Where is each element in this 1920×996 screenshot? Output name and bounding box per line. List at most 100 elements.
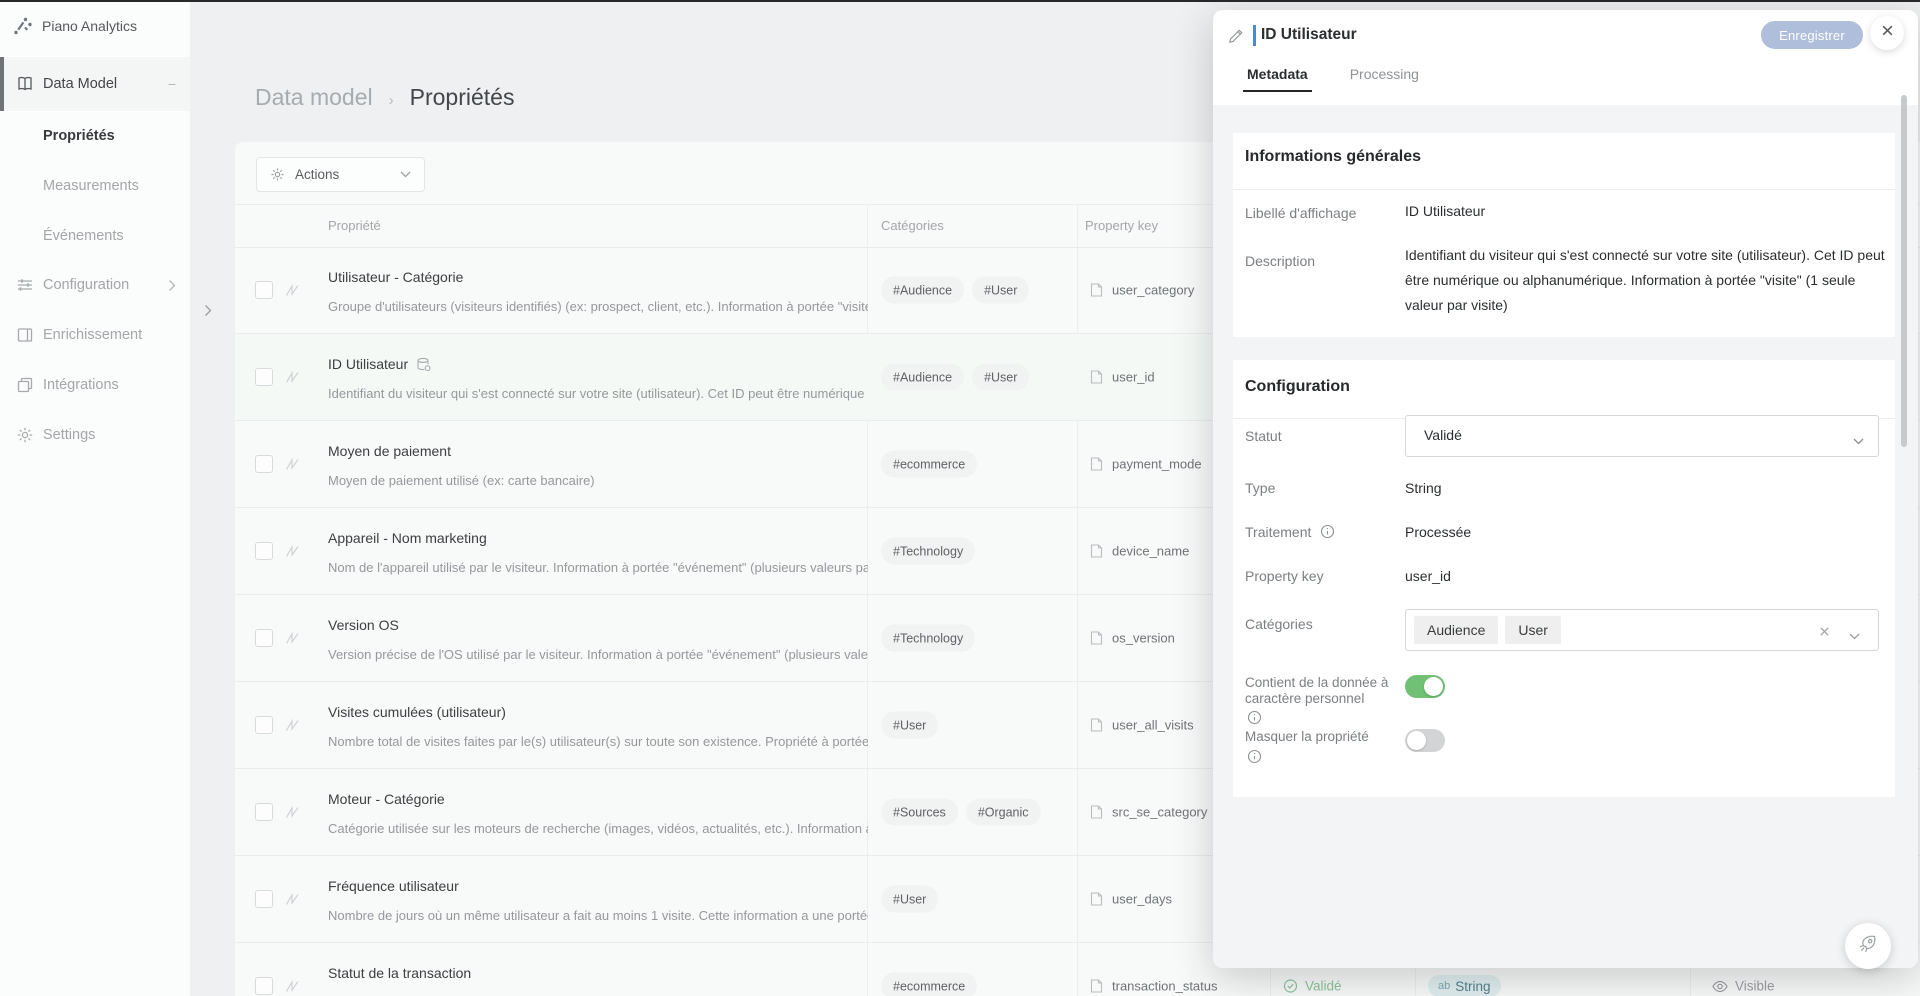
categories-input[interactable]: AudienceUser — [1405, 609, 1879, 651]
row-checkbox[interactable] — [255, 629, 273, 647]
sidebar-item-label: Enrichissement — [43, 327, 142, 343]
configuration-card: Configuration Statut Validé Type String … — [1233, 360, 1895, 797]
property-key-text: user_all_visits — [1112, 718, 1194, 733]
save-button[interactable]: Enregistrer — [1761, 21, 1863, 49]
property-key: payment_mode — [1090, 457, 1202, 472]
property-key-text: src_se_category — [1112, 805, 1207, 820]
row-checkbox[interactable] — [255, 803, 273, 821]
category-chips: #User — [881, 886, 946, 913]
property-title: Statut de la transaction — [328, 965, 471, 981]
info-icon[interactable] — [1320, 524, 1335, 539]
category-chip: #Technology — [881, 625, 975, 652]
property-title: ID Utilisateur — [328, 356, 432, 372]
row-checkbox[interactable] — [255, 281, 273, 299]
gear-icon — [16, 426, 34, 444]
row-checkbox[interactable] — [255, 977, 273, 995]
breadcrumb-current: Propriétés — [410, 84, 515, 111]
row-checkbox[interactable] — [255, 368, 273, 386]
description-value: Identifiant du visiteur qui s'est connec… — [1405, 243, 1885, 318]
tab-processing[interactable]: Processing — [1350, 66, 1419, 92]
sidebar-item-label: Data Model — [43, 76, 117, 92]
hide-property-label: Masquer la propriété — [1245, 729, 1405, 745]
zigzag-icon — [285, 979, 300, 996]
info-icon[interactable] — [1247, 749, 1262, 769]
sidebar-item-label: Configuration — [43, 277, 129, 293]
general-info-card: Informations générales Libellé d'afficha… — [1233, 133, 1895, 337]
type-label: Type — [1245, 480, 1275, 496]
property-key: device_name — [1090, 544, 1189, 559]
tab-metadata[interactable]: Metadata — [1247, 66, 1308, 92]
row-checkbox[interactable] — [255, 542, 273, 560]
property-description: Version précise de l'OS utilisé par le v… — [328, 647, 868, 662]
property-title-text: Fréquence utilisateur — [328, 878, 459, 894]
row-checkbox[interactable] — [255, 716, 273, 734]
property-title-text: Moteur - Catégorie — [328, 791, 445, 807]
check-circle-icon — [1283, 979, 1298, 994]
row-expander-chevron-icon[interactable] — [204, 304, 212, 322]
app-root: Piano Analytics Data Model−PropriétésMea… — [0, 0, 1920, 996]
statut-select[interactable]: Validé — [1405, 415, 1879, 457]
doc-icon — [1090, 892, 1103, 907]
property-description: Identifiant du visiteur qui s'est connec… — [328, 386, 868, 401]
personal-data-toggle[interactable] — [1405, 675, 1445, 698]
category-chip: #User — [881, 712, 938, 739]
property-title: Moyen de paiement — [328, 443, 451, 459]
doc-icon — [1090, 457, 1103, 472]
active-indicator — [0, 57, 4, 111]
breadcrumb-separator-icon: › — [389, 92, 394, 109]
description-label: Description — [1245, 253, 1315, 269]
sidebar-item-configuration[interactable]: Configuration — [0, 260, 190, 310]
doc-icon — [1090, 718, 1103, 733]
doc-icon — [1090, 979, 1103, 994]
property-key-text: os_version — [1112, 631, 1175, 646]
sidebar-item-data-model[interactable]: Data Model− — [0, 57, 190, 111]
sidebar: Piano Analytics Data Model−PropriétésMea… — [0, 0, 190, 996]
edit-pencil-icon[interactable] — [1228, 28, 1244, 49]
sidebar-item-label: Événements — [43, 228, 124, 244]
panel-title[interactable]: ID Utilisateur — [1261, 26, 1357, 44]
clear-icon[interactable] — [1819, 624, 1830, 642]
property-description: Catégorie utilisée sur les moteurs de re… — [328, 821, 868, 836]
sidebar-item-proprietes[interactable]: Propriétés — [0, 111, 190, 161]
panel-scrollbar[interactable] — [1901, 95, 1907, 447]
layout-icon — [16, 326, 34, 344]
row-checkbox[interactable] — [255, 890, 273, 908]
info-icon[interactable] — [1247, 710, 1262, 730]
property-description: Groupe d'utilisateurs (visiteurs identif… — [328, 299, 868, 314]
close-button[interactable] — [1870, 16, 1904, 50]
doc-icon — [1090, 631, 1103, 646]
personal-data-label: Contient de la donnée à caractère person… — [1245, 675, 1405, 707]
column-header-key: Property key — [1085, 218, 1158, 233]
property-key-text: user_days — [1112, 892, 1172, 907]
sidebar-item-evenements[interactable]: Événements — [0, 211, 190, 261]
visibility-text: Visible — [1735, 979, 1775, 994]
property-title-text: Version OS — [328, 617, 399, 633]
hide-property-toggle[interactable] — [1405, 729, 1445, 752]
zigzag-icon — [285, 892, 300, 911]
gear-icon — [270, 167, 285, 182]
assistant-fab-button[interactable] — [1845, 923, 1891, 969]
property-description: Nom de l'appareil utilisé par le visiteu… — [328, 560, 868, 575]
category-chips: #User — [881, 712, 946, 739]
database-icon — [416, 357, 432, 372]
property-title-text: Appareil - Nom marketing — [328, 530, 487, 546]
sidebar-item-measurements[interactable]: Measurements — [0, 161, 190, 211]
zigzag-icon — [285, 283, 300, 302]
panel-category-chip[interactable]: User — [1505, 616, 1561, 644]
actions-button[interactable]: Actions — [256, 157, 425, 192]
panel-category-chip[interactable]: Audience — [1414, 616, 1498, 644]
category-chip: #User — [972, 364, 1029, 391]
sidebar-item-enrichissement[interactable]: Enrichissement — [0, 310, 190, 360]
category-chips: #Sources#Organic — [881, 799, 1049, 826]
sidebar-item-integrations[interactable]: Intégrations — [0, 360, 190, 410]
sliders-icon — [16, 276, 34, 294]
status-text: Validé — [1305, 979, 1342, 994]
breadcrumb-parent[interactable]: Data model — [255, 84, 373, 111]
row-checkbox[interactable] — [255, 455, 273, 473]
breadcrumb: Data model › Propriétés — [255, 84, 514, 111]
sidebar-item-label: Settings — [43, 427, 95, 443]
property-key-text: device_name — [1112, 544, 1189, 559]
chevron-down-icon[interactable] — [1849, 627, 1860, 645]
sidebar-item-settings[interactable]: Settings — [0, 410, 190, 460]
toggle-knob — [1407, 731, 1426, 750]
